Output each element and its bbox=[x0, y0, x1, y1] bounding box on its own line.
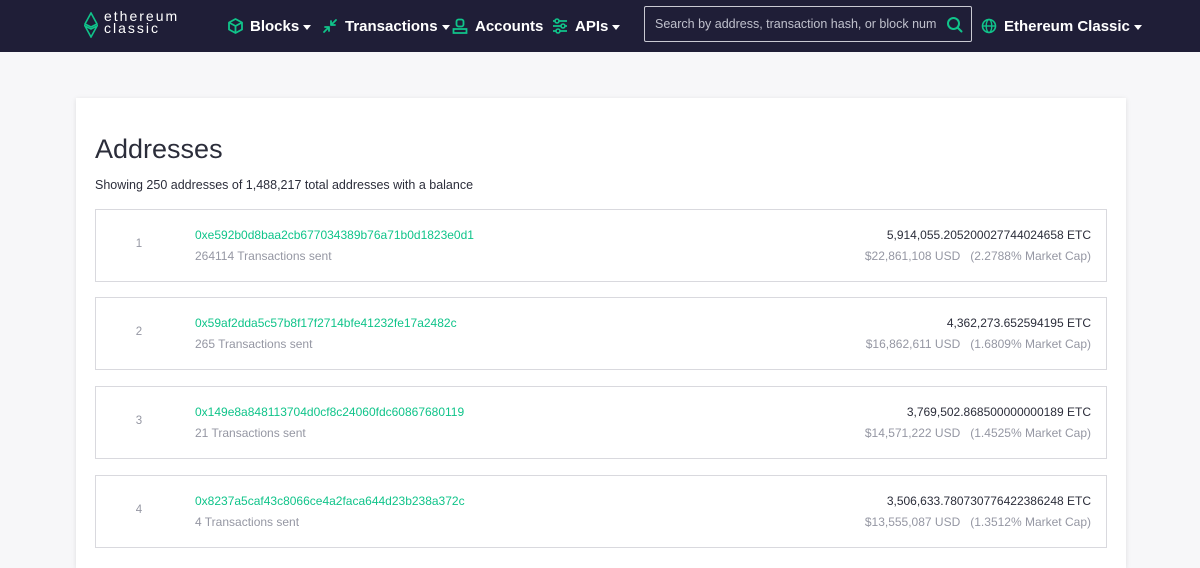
address-balance: 3,506,633.780730776422386248 ETC bbox=[886, 494, 1091, 508]
market-cap-share: (2.2788% Market Cap) bbox=[970, 249, 1091, 263]
address-row: 1 0xe592b0d8baa2cb677034389b76a71b0d1823… bbox=[95, 209, 1107, 282]
address-row: 3 0x149e8a848113704d0cf8c24060fdc6086768… bbox=[95, 386, 1107, 459]
address-balance: 4,362,273.652594195 ETC bbox=[946, 316, 1091, 330]
transactions-sent: 4 Transactions sent bbox=[195, 515, 300, 529]
chevron-down-icon bbox=[303, 24, 312, 30]
address-balance: 3,769,502.868500000000189 ETC bbox=[906, 405, 1091, 419]
nav-transactions-menu[interactable]: Transactions bbox=[322, 15, 450, 37]
network-label: Ethereum Classic bbox=[1004, 17, 1130, 35]
top-navbar: ethereum classic Blocks Transactions Acc… bbox=[0, 0, 1200, 52]
nav-blocks-label: Blocks bbox=[250, 17, 300, 35]
search-button[interactable] bbox=[937, 7, 971, 41]
usd-value: $14,571,222 USD bbox=[864, 426, 961, 440]
address-row: 2 0x59af2dda5c57b8f17f2714bfe41232fe17a2… bbox=[95, 297, 1107, 370]
address-rank: 3 bbox=[135, 415, 143, 427]
nav-apis-menu[interactable]: APIs bbox=[552, 15, 621, 37]
nav-transactions-label: Transactions bbox=[345, 17, 438, 35]
usd-value: $22,861,108 USD bbox=[864, 249, 961, 263]
search-icon bbox=[946, 16, 962, 32]
address-rank: 1 bbox=[135, 238, 143, 250]
address-balance: 5,914,055.205200027744024658 ETC bbox=[886, 228, 1091, 242]
chevron-down-icon bbox=[1133, 24, 1142, 30]
transactions-sent: 264114 Transactions sent bbox=[195, 249, 332, 263]
address-link[interactable]: 0xe592b0d8baa2cb677034389b76a71b0d1823e0… bbox=[195, 228, 474, 242]
brand-name: ethereum classic bbox=[104, 9, 179, 35]
address-link[interactable]: 0x149e8a848113704d0cf8c24060fdc608676801… bbox=[195, 405, 464, 419]
address-rank: 2 bbox=[135, 326, 143, 338]
etc-logo-icon bbox=[84, 12, 98, 38]
transactions-sent: 265 Transactions sent bbox=[195, 337, 313, 351]
chevron-down-icon bbox=[441, 24, 450, 30]
sliders-icon bbox=[553, 18, 567, 34]
addresses-summary: Showing 250 addresses of 1,488,217 total… bbox=[95, 178, 474, 192]
usd-value-line: $22,861,108 USD (2.2788% Market Cap) bbox=[865, 249, 1091, 263]
network-selector[interactable]: Ethereum Classic bbox=[981, 15, 1142, 37]
usd-value: $16,862,611 USD bbox=[865, 337, 961, 351]
usd-value-line: $13,555,087 USD (1.3512% Market Cap) bbox=[865, 515, 1091, 529]
nav-accounts-link[interactable]: Accounts bbox=[452, 15, 543, 37]
address-row: 4 0x8237a5caf43c8066ce4a2faca644d23b238a… bbox=[95, 475, 1107, 548]
search-input[interactable] bbox=[645, 7, 937, 41]
addresses-card: Addresses Showing 250 addresses of 1,488… bbox=[76, 98, 1126, 568]
market-cap-share: (1.3512% Market Cap) bbox=[970, 515, 1091, 529]
search-bar bbox=[644, 6, 972, 42]
account-icon bbox=[452, 18, 468, 34]
page-title: Addresses bbox=[95, 134, 223, 164]
brand-logo[interactable]: ethereum classic bbox=[84, 9, 179, 38]
nav-blocks-menu[interactable]: Blocks bbox=[228, 15, 312, 37]
market-cap-share: (1.4525% Market Cap) bbox=[970, 426, 1091, 440]
nav-apis-label: APIs bbox=[575, 17, 609, 35]
usd-value: $13,555,087 USD bbox=[864, 515, 961, 529]
chevron-down-icon bbox=[612, 24, 621, 30]
transfer-arrows-icon bbox=[323, 19, 337, 33]
address-link[interactable]: 0x59af2dda5c57b8f17f2714bfe41232fe17a248… bbox=[195, 316, 457, 330]
globe-icon bbox=[981, 18, 997, 34]
market-cap-share: (1.6809% Market Cap) bbox=[970, 337, 1091, 351]
nav-accounts-label: Accounts bbox=[475, 17, 544, 35]
address-link[interactable]: 0x8237a5caf43c8066ce4a2faca644d23b238a37… bbox=[195, 494, 465, 508]
cube-icon bbox=[228, 18, 243, 34]
usd-value-line: $14,571,222 USD (1.4525% Market Cap) bbox=[865, 426, 1091, 440]
transactions-sent: 21 Transactions sent bbox=[195, 426, 306, 440]
usd-value-line: $16,862,611 USD (1.6809% Market Cap) bbox=[866, 337, 1091, 351]
address-rank: 4 bbox=[135, 504, 143, 516]
